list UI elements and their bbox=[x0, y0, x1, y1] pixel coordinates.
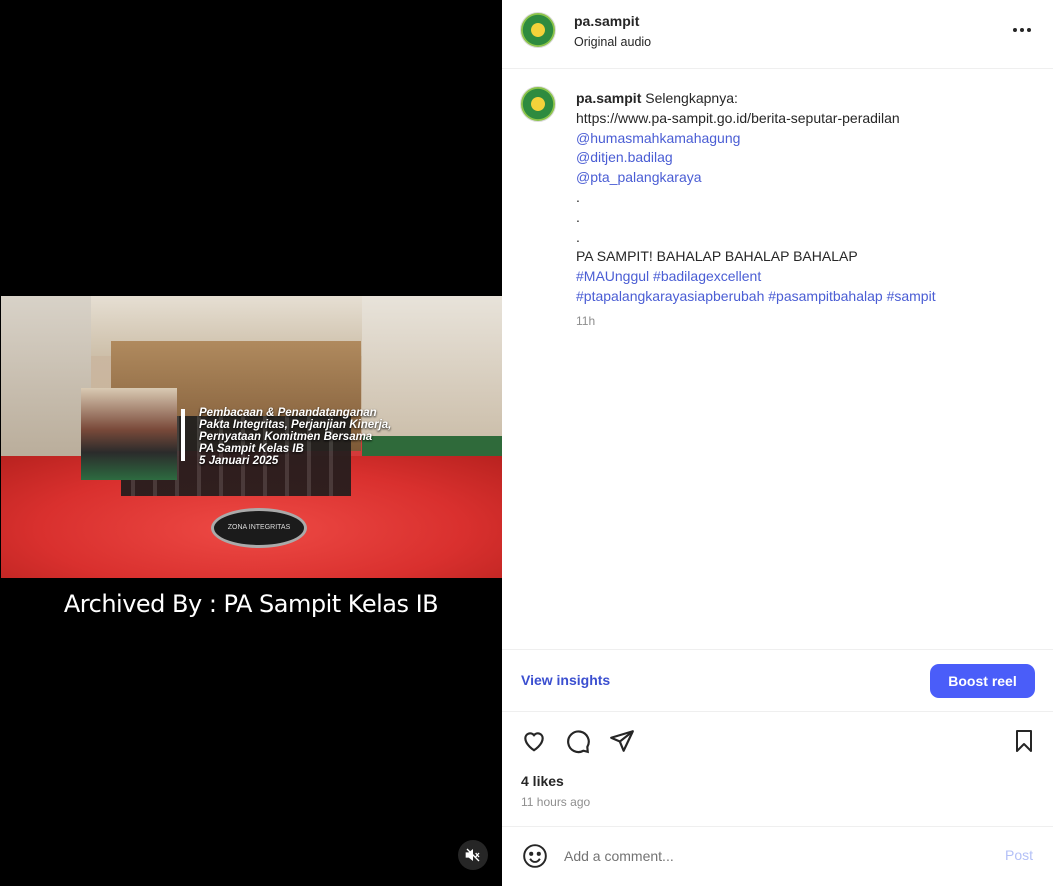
save-button[interactable] bbox=[1009, 726, 1039, 756]
caption-line: PA Sampit Kelas IB bbox=[199, 443, 304, 455]
audio-label[interactable]: Original audio bbox=[574, 35, 651, 49]
caption-url: https://www.pa-sampit.go.id/berita-seput… bbox=[576, 109, 900, 126]
like-button[interactable] bbox=[519, 726, 549, 756]
speaker-muted-icon bbox=[465, 848, 480, 862]
caption-timestamp: 11h bbox=[576, 313, 596, 328]
likes-count[interactable]: 4 likes bbox=[521, 773, 564, 789]
more-dot bbox=[1020, 28, 1024, 32]
archived-by-text: Archived By : PA Sampit Kelas IB bbox=[63, 590, 439, 618]
hashtag-links[interactable]: #MAUnggul #badilagexcellent bbox=[576, 267, 1036, 287]
avatar[interactable] bbox=[520, 86, 556, 122]
caption-headline: PA SAMPIT! BAHALAP BAHALAP BAHALAP bbox=[576, 248, 858, 265]
more-options-button[interactable] bbox=[1008, 18, 1036, 42]
comment-button[interactable] bbox=[563, 726, 593, 756]
caption-intro: Selengkapnya: bbox=[645, 90, 738, 106]
video-frame[interactable]: ZONA INTEGRITAS Pembacaan & Penandatanga… bbox=[1, 296, 502, 578]
emoji-button[interactable] bbox=[520, 841, 550, 871]
share-icon bbox=[610, 730, 634, 752]
more-dot bbox=[1027, 28, 1031, 32]
mention-link[interactable]: @pta_palangkaraya bbox=[576, 168, 1036, 188]
mention-link[interactable]: @humasmahkamahagung bbox=[576, 129, 1036, 149]
bookmark-icon bbox=[1016, 730, 1032, 752]
emblem-text: ZONA INTEGRITAS bbox=[227, 524, 291, 531]
video-inset-photo bbox=[81, 388, 177, 480]
post-details-panel: pa.sampit Original audio pa.sampit Selen… bbox=[502, 0, 1053, 886]
mention-link[interactable]: @ditjen.badilag bbox=[576, 148, 1036, 168]
heart-icon bbox=[524, 732, 544, 752]
insights-bar: View insights Boost reel bbox=[502, 649, 1053, 712]
hashtag-links[interactable]: #ptapalangkarayasiapberubah #pasampitbah… bbox=[576, 287, 1036, 307]
comment-input[interactable] bbox=[564, 844, 984, 868]
video-overlay-caption: Pembacaan & Penandatanganan Pakta Integr… bbox=[199, 407, 391, 467]
caption-line: 5 Januari 2025 bbox=[199, 455, 279, 467]
post-comment-button[interactable]: Post bbox=[1005, 847, 1033, 863]
caption-dot: . bbox=[576, 228, 580, 245]
video-wall-left bbox=[1, 296, 91, 466]
post-actions: 4 likes 11 hours ago bbox=[502, 712, 1053, 827]
caption-dot: . bbox=[576, 188, 580, 205]
add-comment-bar: Post bbox=[502, 827, 1053, 886]
view-insights-link[interactable]: View insights bbox=[521, 672, 610, 688]
emoji-icon bbox=[523, 844, 547, 868]
post-caption: pa.sampit Selengkapnya: https://www.pa-s… bbox=[502, 69, 1053, 649]
post-header: pa.sampit Original audio bbox=[502, 0, 1053, 69]
comment-icon bbox=[567, 730, 590, 754]
caption-body: pa.sampit Selengkapnya: https://www.pa-s… bbox=[576, 89, 1036, 332]
mute-toggle-button[interactable] bbox=[458, 840, 488, 870]
boost-reel-button[interactable]: Boost reel bbox=[930, 664, 1035, 698]
zona-integritas-emblem: ZONA INTEGRITAS bbox=[211, 508, 307, 548]
caption-dot: . bbox=[576, 208, 580, 225]
caption-line: Pernyataan Komitmen Bersama bbox=[199, 431, 373, 443]
more-horizontal-icon bbox=[1013, 28, 1017, 32]
header-username[interactable]: pa.sampit bbox=[574, 13, 639, 29]
avatar[interactable] bbox=[520, 12, 556, 48]
caption-username[interactable]: pa.sampit bbox=[576, 90, 641, 106]
caption-line: Pakta Integritas, Perjanjian Kinerja, bbox=[199, 419, 392, 431]
post-age: 11 hours ago bbox=[521, 795, 591, 809]
reel-media-panel[interactable]: ZONA INTEGRITAS Pembacaan & Penandatanga… bbox=[0, 0, 502, 886]
caption-accent-bar bbox=[181, 409, 185, 461]
caption-line: Pembacaan & Penandatanganan bbox=[199, 407, 377, 419]
share-button[interactable] bbox=[607, 726, 637, 756]
